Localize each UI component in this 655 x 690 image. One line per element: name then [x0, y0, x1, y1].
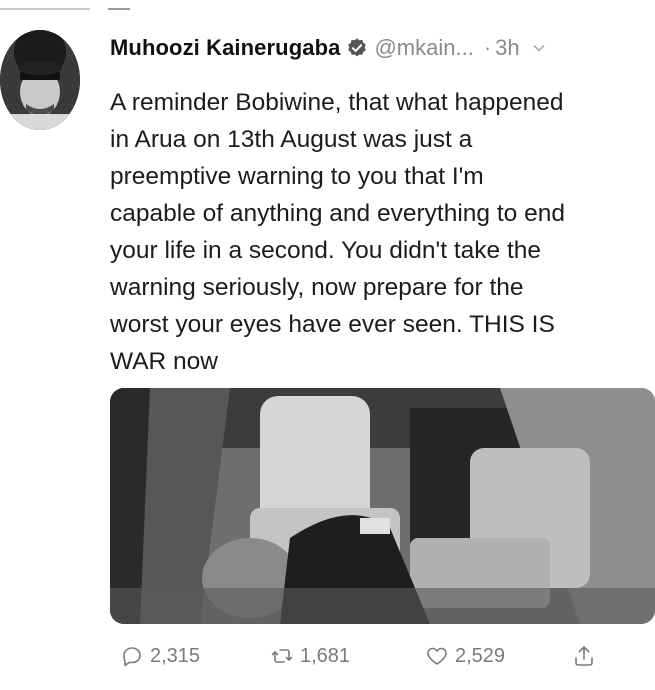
display-name[interactable]: Muhoozi Kainerugaba: [110, 35, 340, 61]
share-icon: [575, 646, 593, 666]
reply-icon: [123, 647, 141, 667]
like-count: 2,529: [455, 644, 506, 667]
avatar[interactable]: [0, 30, 80, 130]
avatar-photo: [0, 30, 80, 130]
tweet-header: Muhoozi Kainerugaba @mkain... · 3h: [110, 30, 650, 66]
heart-icon: [427, 647, 447, 665]
verified-badge-icon: [346, 37, 368, 59]
tweet-actions: 2,315 1,681 2,529: [120, 638, 620, 674]
reply-button[interactable]: 2,315: [120, 638, 200, 674]
reply-count: 2,315: [150, 644, 201, 667]
handle[interactable]: @mkain...: [374, 35, 473, 61]
share-button[interactable]: [572, 638, 602, 674]
top-divider-short: [108, 8, 130, 10]
retweet-button[interactable]: 1,681: [270, 638, 350, 674]
tweet-text: A reminder Bobiwine, that what happened …: [110, 89, 565, 375]
retweet-icon: [271, 649, 293, 663]
timestamp[interactable]: 3h: [495, 35, 519, 61]
separator: ·: [483, 35, 492, 60]
top-divider: [0, 8, 90, 10]
retweet-count: 1,681: [300, 644, 351, 667]
chevron-down-icon[interactable]: [532, 41, 546, 55]
car-interior-photo: [110, 388, 655, 624]
tweet-media-image[interactable]: [110, 388, 655, 624]
like-button[interactable]: 2,529: [425, 638, 505, 674]
